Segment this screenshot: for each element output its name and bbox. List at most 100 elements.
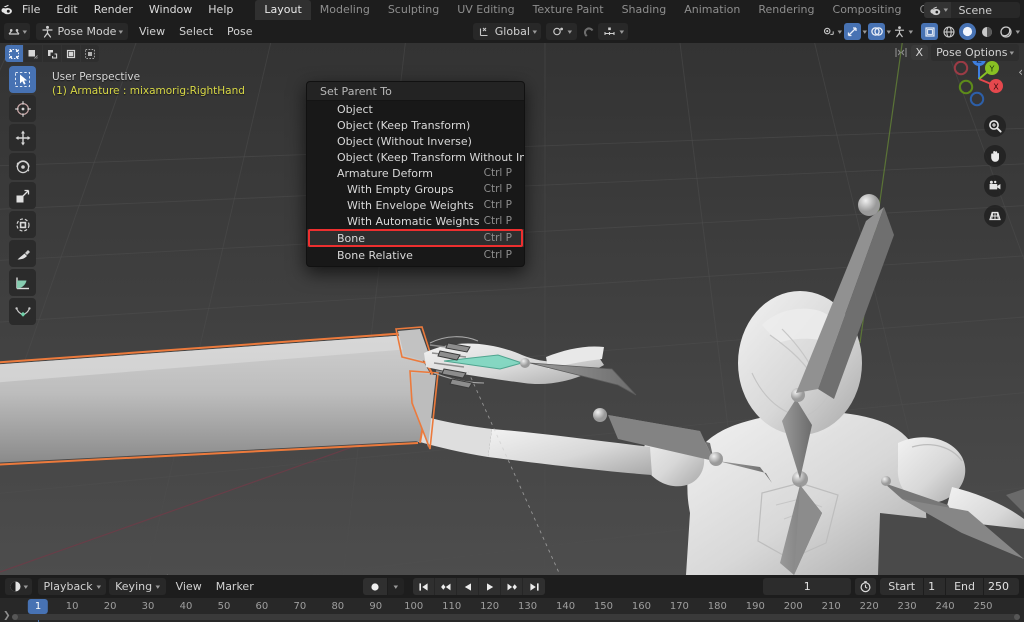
mode-selector[interactable]: Pose Mode ▾ <box>35 23 128 40</box>
tool-breakdowner[interactable] <box>9 298 36 325</box>
play-icon[interactable] <box>479 578 502 595</box>
play-reverse-icon[interactable] <box>457 578 480 595</box>
scene-data-icon[interactable]: ▾ <box>923 2 952 18</box>
timeline-menu-marker[interactable]: Marker <box>209 578 261 595</box>
viewport-header: ▾ Pose Mode ▾ View Select Pose Global ▾ … <box>0 20 1024 43</box>
menu-item-with-empty-groups[interactable]: With Empty Groups Ctrl P <box>307 181 524 197</box>
timeline-scrollbar[interactable] <box>12 614 1020 620</box>
select-mode-extra-icon[interactable] <box>81 45 99 62</box>
menu-render[interactable]: Render <box>86 0 141 20</box>
blender-logo-icon[interactable] <box>0 3 14 17</box>
tab-sculpting[interactable]: Sculpting <box>379 0 448 20</box>
tool-annotate[interactable] <box>9 240 36 267</box>
tool-measure[interactable] <box>9 269 36 296</box>
xray-toggle-icon[interactable] <box>893 25 907 39</box>
prev-keyframe-icon[interactable] <box>435 578 458 595</box>
menu-item-object-keep-transform-without-inverse[interactable]: Object (Keep Transform Without Inverse) <box>307 149 524 165</box>
jump-to-start-icon[interactable] <box>413 578 436 595</box>
shading-solid-icon-alt[interactable] <box>940 23 957 40</box>
hand-pan-icon[interactable] <box>984 145 1006 167</box>
viewport-menu-view[interactable]: View <box>132 23 172 40</box>
timeline-ruler[interactable]: 1 10 20 30 40 50 60 70 80 90 100 110 120 130 140 150 160… <box>0 598 1024 622</box>
menu-item-armature-deform[interactable]: Armature Deform Ctrl P <box>307 165 524 181</box>
menu-item-shortcut: Ctrl P <box>483 215 512 227</box>
menu-window[interactable]: Window <box>141 0 200 20</box>
select-mode-face-icon[interactable] <box>43 45 61 62</box>
auto-key-clock-icon[interactable] <box>855 578 877 595</box>
shading-material-icon[interactable] <box>978 23 995 40</box>
chevron-left-icon[interactable]: ‹ <box>1018 65 1023 79</box>
snap-magnet-icon[interactable] <box>582 25 596 39</box>
menu-item-bone[interactable]: Bone Ctrl P <box>307 229 524 247</box>
scene-name-field[interactable]: Scene <box>951 4 1020 17</box>
playback-dropdown[interactable]: Playback ▾ <box>37 578 107 595</box>
tab-modeling[interactable]: Modeling <box>311 0 379 20</box>
select-mode-object-icon[interactable] <box>62 45 80 62</box>
next-keyframe-icon[interactable] <box>501 578 524 595</box>
auto-keying-dropdown[interactable]: ▾ <box>388 578 405 595</box>
zoom-icon[interactable] <box>984 115 1006 137</box>
timeline-menu-view[interactable]: View <box>169 578 209 595</box>
expand-channels-icon[interactable]: ❯ <box>3 611 11 621</box>
tool-cursor-3d[interactable] <box>9 95 36 122</box>
tool-tweak-select-box[interactable] <box>9 66 36 93</box>
select-mode-edge-icon[interactable] <box>24 45 42 62</box>
keying-dropdown[interactable]: Keying ▾ <box>109 578 166 595</box>
chevron-down-icon: ▾ <box>155 582 161 591</box>
proportional-edit-icon[interactable] <box>822 25 836 39</box>
menu-item-with-automatic-weights[interactable]: With Automatic Weights Ctrl P <box>307 213 524 229</box>
tab-texture-paint[interactable]: Texture Paint <box>524 0 613 20</box>
tab-shading[interactable]: Shading <box>613 0 676 20</box>
menu-help[interactable]: Help <box>200 0 241 20</box>
tab-animation[interactable]: Animation <box>675 0 749 20</box>
orthographic-toggle-icon[interactable] <box>984 205 1006 227</box>
shading-rendered-icon[interactable] <box>997 23 1014 40</box>
current-frame-indicator[interactable]: 1 <box>27 599 49 614</box>
timeline-tick: 130 <box>518 601 538 612</box>
chevron-down-icon[interactable]: ▾ <box>887 28 892 36</box>
camera-view-icon[interactable] <box>984 175 1006 197</box>
x-mirror-icon[interactable] <box>894 46 908 60</box>
tool-transform[interactable] <box>9 211 36 238</box>
tab-compositing[interactable]: Compositing <box>824 0 911 20</box>
chevron-down-icon[interactable]: ▾ <box>908 28 913 36</box>
tab-rendering[interactable]: Rendering <box>749 0 823 20</box>
gizmo-icon[interactable] <box>843 23 861 40</box>
menu-file[interactable]: File <box>14 0 48 20</box>
menu-item-object-keep-transform[interactable]: Object (Keep Transform) <box>307 117 524 133</box>
tool-scale[interactable] <box>9 182 36 209</box>
tool-move[interactable] <box>9 124 36 151</box>
pivot-point-selector[interactable]: ▾ <box>546 23 577 40</box>
menu-edit[interactable]: Edit <box>48 0 85 20</box>
shading-solid-icon[interactable] <box>959 23 977 40</box>
viewport-menu-pose[interactable]: Pose <box>220 23 259 40</box>
tab-uv-editing[interactable]: UV Editing <box>448 0 523 20</box>
end-frame-value[interactable]: 250 <box>984 578 1019 595</box>
viewport-menu-select[interactable]: Select <box>172 23 220 40</box>
shading-wireframe-icon[interactable] <box>921 23 939 40</box>
tool-rotate[interactable] <box>9 153 36 180</box>
start-frame-value[interactable]: 1 <box>924 578 946 595</box>
select-mode-vertex-icon[interactable] <box>5 45 23 62</box>
chevron-down-icon[interactable]: ▾ <box>838 28 843 36</box>
scene-selector[interactable]: ▾ Scene <box>923 2 1020 18</box>
pose-options-axis-label[interactable]: X <box>910 45 929 60</box>
pose-options-dropdown[interactable]: Pose Options ▾ <box>931 44 1019 61</box>
viewport-toolbar <box>9 66 36 325</box>
menu-item-object[interactable]: Object <box>307 101 524 117</box>
tab-layout[interactable]: Layout <box>255 0 311 20</box>
current-frame-field[interactable]: 1 <box>763 578 852 595</box>
snap-to-selector[interactable]: ▾ <box>597 23 629 40</box>
menu-item-with-envelope-weights[interactable]: With Envelope Weights Ctrl P <box>307 197 524 213</box>
menu-item-bone-relative[interactable]: Bone Relative Ctrl P <box>307 247 524 263</box>
editor-type-3dview-icon[interactable]: ▾ <box>4 23 30 40</box>
chevron-down-icon[interactable]: ▾ <box>862 28 867 36</box>
transform-orientation-selector[interactable]: Global ▾ <box>472 23 542 40</box>
timeline-editor-icon[interactable]: ▾ <box>5 578 32 595</box>
jump-to-end-icon[interactable] <box>523 578 545 595</box>
set-parent-to-menu[interactable]: Set Parent To Object Object (Keep Transf… <box>306 81 525 267</box>
menu-item-object-without-inverse[interactable]: Object (Without Inverse) <box>307 133 524 149</box>
overlays-icon[interactable] <box>868 23 886 40</box>
chevron-down-icon[interactable]: ▾ <box>1016 28 1021 36</box>
auto-keying-record-icon[interactable] <box>363 578 388 595</box>
